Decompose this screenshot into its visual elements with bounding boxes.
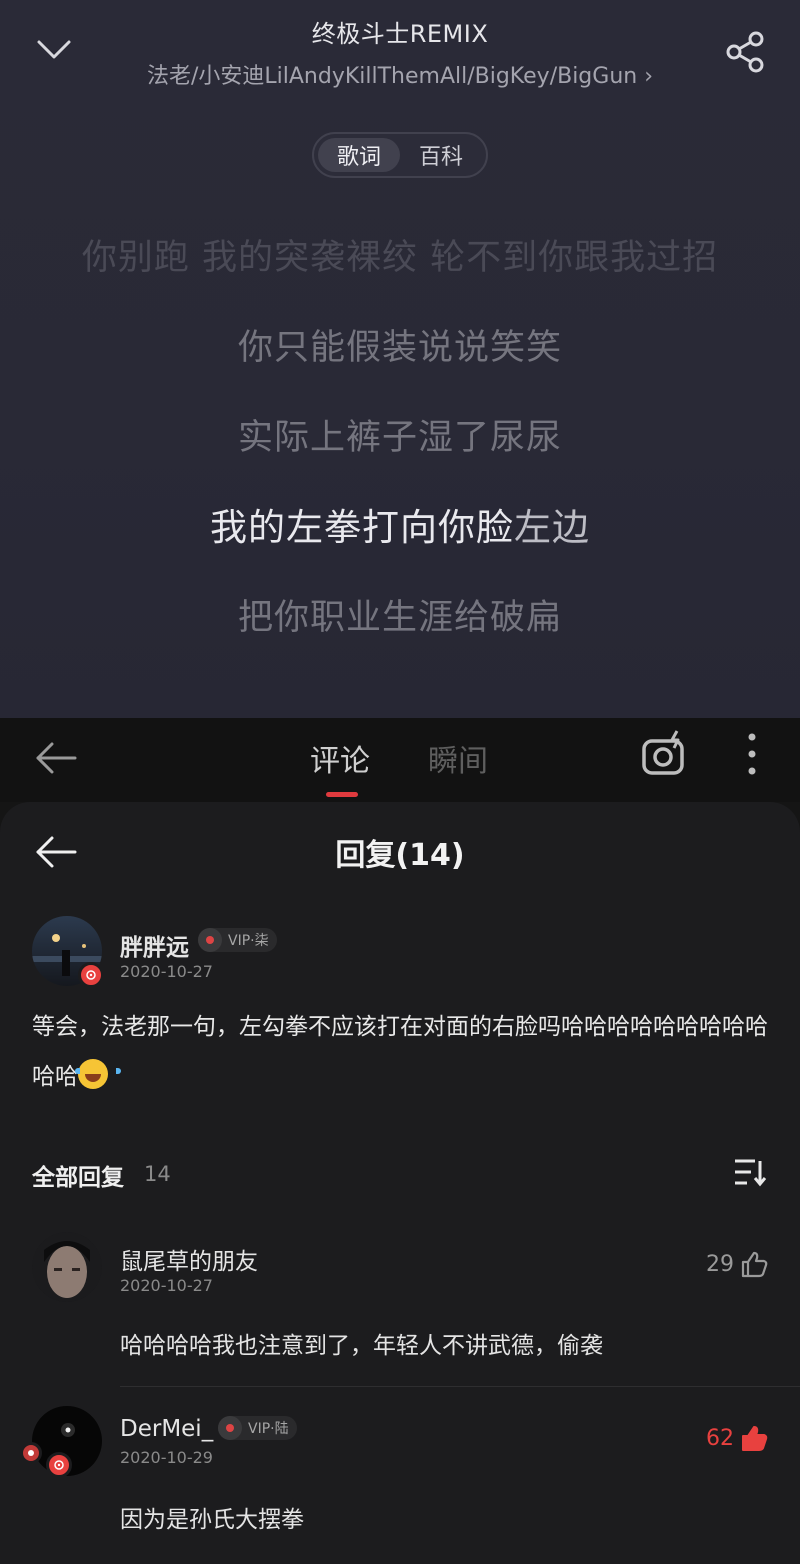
- comment-username[interactable]: 胖胖远: [120, 928, 189, 962]
- reply-divider: [120, 1386, 800, 1387]
- like-count: 62: [706, 1425, 734, 1451]
- collapse-button[interactable]: [30, 30, 78, 70]
- tab-moments[interactable]: 瞬间: [428, 730, 488, 786]
- artists-text: 法老/小安迪LilAndyKillThemAll/BigKey/BigGun: [146, 64, 638, 89]
- laughing-emoji-icon: [75, 1059, 121, 1089]
- lyric-line[interactable]: 实际上裤子湿了尿尿: [60, 416, 740, 460]
- lyric-line[interactable]: 你别跑 我的突袭裸绞 轮不到你跟我过招: [60, 236, 740, 280]
- sheet-back-button[interactable]: [28, 828, 84, 876]
- active-tab-indicator: [326, 792, 358, 797]
- reply-date: 2020-10-27: [120, 1276, 213, 1295]
- back-button[interactable]: [28, 730, 84, 786]
- reply-username[interactable]: DerMei_: [120, 1416, 213, 1442]
- vip-label: VIP·柒: [228, 933, 269, 949]
- reply-username[interactable]: 鼠尾草的朋友: [120, 1242, 258, 1276]
- thumbs-up-icon: [742, 1426, 768, 1451]
- like-button[interactable]: 62: [706, 1424, 768, 1452]
- tab-wiki[interactable]: 百科: [400, 138, 482, 172]
- reply-date: 2020-10-29: [120, 1448, 213, 1467]
- back-arrow-icon: [36, 836, 77, 868]
- avatar-photo: [32, 1232, 102, 1302]
- lyric-line[interactable]: 把你职业生涯给破扁: [60, 596, 740, 640]
- more-vertical-icon: [748, 733, 756, 775]
- lyrics-wiki-tabs: 歌词 百科: [312, 132, 488, 178]
- reply-text[interactable]: 哈哈哈哈我也注意到了，年轻人不讲武德，偷袭: [120, 1326, 603, 1360]
- player-area: 终极斗士REMIX 法老/小安迪LilAndyKillThemAll/BigKe…: [0, 0, 800, 718]
- sort-button[interactable]: [730, 1152, 770, 1192]
- vip-badge[interactable]: VIP·柒: [198, 928, 277, 952]
- music-badge-icon: [46, 1452, 72, 1478]
- chevron-right-icon: ›: [644, 64, 654, 89]
- music-badge-icon: [78, 962, 104, 988]
- like-count: 29: [706, 1251, 734, 1277]
- thumbs-up-icon: [741, 1251, 768, 1278]
- song-title: 终极斗士REMIX: [311, 20, 489, 48]
- vip-badge[interactable]: VIP·陆: [218, 1416, 297, 1440]
- reply-sheet: 回复(14) 胖胖远 VIP·柒 2020-10-27 等会，法老那一句，左勾拳…: [0, 802, 800, 1564]
- sheet-title: 回复(14): [335, 838, 465, 873]
- lyrics-list[interactable]: 你别跑 我的突袭裸绞 轮不到你跟我过招 你只能假装说说笑笑 实际上裤子湿了尿尿 …: [60, 236, 740, 686]
- more-button[interactable]: [730, 726, 774, 782]
- song-artists-link[interactable]: 法老/小安迪LilAndyKillThemAll/BigKey/BigGun ›: [80, 58, 720, 90]
- tab-lyrics[interactable]: 歌词: [318, 138, 400, 172]
- comment-header-bar: 评论 瞬间: [0, 718, 800, 802]
- sort-icon: [735, 1159, 767, 1187]
- camera-button[interactable]: [636, 726, 692, 782]
- reply-text[interactable]: 因为是孙氏大摆拳: [120, 1500, 304, 1534]
- vinyl-disc-icon: [218, 1416, 242, 1440]
- share-button[interactable]: [720, 26, 772, 78]
- main-comment-body: 等会，法老那一句，左勾拳不应该打在对面的右脸吗哈哈哈哈哈哈哈哈哈哈哈: [32, 1014, 768, 1090]
- current-lyric-line[interactable]: 我的左拳打向你脸左边: [60, 506, 740, 550]
- vinyl-disc-icon: [198, 928, 222, 952]
- lyric-unsung-part: 左边: [514, 506, 590, 549]
- camera-icon: [642, 730, 684, 775]
- all-replies-count: 14: [144, 1162, 171, 1186]
- share-icon: [726, 31, 764, 73]
- comment-date: 2020-10-27: [120, 962, 213, 981]
- lyric-sung-part: 我的左拳打向你脸: [210, 506, 514, 549]
- record-badge-icon: [20, 1442, 42, 1464]
- chevron-down-icon: [37, 40, 71, 59]
- lyric-line[interactable]: 你只能假装说说笑笑: [60, 326, 740, 370]
- tab-comments[interactable]: 评论: [310, 730, 370, 786]
- vip-label: VIP·陆: [248, 1421, 289, 1437]
- all-replies-label: 全部回复: [32, 1165, 124, 1191]
- back-arrow-icon: [36, 742, 77, 774]
- avatar[interactable]: [32, 1232, 102, 1302]
- like-button[interactable]: 29: [706, 1250, 768, 1278]
- main-comment-text[interactable]: 等会，法老那一句，左勾拳不应该打在对面的右脸吗哈哈哈哈哈哈哈哈哈哈哈: [32, 1002, 772, 1102]
